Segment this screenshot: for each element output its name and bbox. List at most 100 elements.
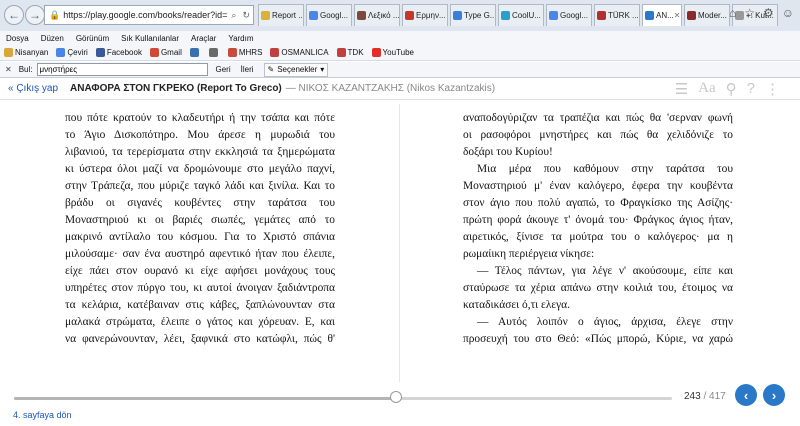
text-line: προσευχή του στο Θεό: «Πώς μπορώ, Κύριε,… [463, 333, 733, 345]
address-bar[interactable]: 🔒 https://play.google.com/books/reader?i… [44, 5, 254, 25]
bookmark-item[interactable]: YouTube [371, 48, 414, 57]
browser-tab[interactable]: Moder... [684, 4, 730, 26]
browser-tab[interactable]: Googl... [546, 4, 592, 26]
star-icon[interactable]: ☆ [744, 6, 755, 20]
menu-bar: Dosya Düzen Görünüm Sık Kullanılanlar Araçla… [0, 31, 800, 45]
bookmark-item[interactable] [208, 48, 220, 57]
next-page-button[interactable]: › [763, 384, 785, 406]
text-line: Μοναστηριού μ' έναν καλόγερο, έφερα την … [463, 180, 733, 192]
browser-tab[interactable]: Report ... [258, 4, 304, 26]
tab-label: CoolU... [512, 11, 541, 20]
browser-tab[interactable]: Ερμην... [402, 4, 448, 26]
find-next-button[interactable]: İleri [241, 65, 254, 74]
more-options-icon[interactable]: ⋮ [765, 80, 780, 98]
font-size-icon[interactable]: Aa [698, 80, 716, 98]
refresh-icon[interactable]: ↻ [242, 10, 250, 21]
tab-favicon-icon [405, 11, 414, 20]
find-prev-button[interactable]: Geri [216, 65, 231, 74]
text-line: το Άγιο Δισκοπότηρο. Μου άρεσε η μυρωδιά… [65, 129, 335, 141]
find-options-button[interactable]: ✎ Seçenekler ▾ [263, 62, 329, 77]
text-line: μιλούσαμε· σαν ένα αυστηρό αφεντικό ήταν… [65, 248, 335, 260]
bookmark-item[interactable]: Çeviri [56, 48, 88, 57]
find-input[interactable] [36, 63, 208, 76]
text-line: — Αυτός λοιπόν ο άγιος, άρχισα, έλεγε στ… [477, 316, 733, 328]
page-slider-thumb[interactable] [389, 391, 402, 403]
text-line: στην Τράπεζα, που μύριζε ταγκό λάδι και … [65, 180, 335, 192]
bookmark-item[interactable]: Facebook [95, 48, 142, 57]
tab-favicon-icon [453, 11, 462, 20]
search-icon[interactable]: ⚲ [726, 80, 737, 98]
bookmark-favicon-icon [227, 48, 237, 57]
find-bar: ✕ Bul: Geri İleri ✎ Seçenekler ▾ [0, 62, 800, 78]
gear-icon[interactable]: ⚙ [763, 6, 774, 20]
contents-icon[interactable]: ☰ [675, 80, 688, 98]
page-slider-fill [14, 397, 396, 400]
bookmark-label: YouTube [382, 48, 414, 57]
page-divider [399, 104, 400, 382]
menu-item[interactable]: Yardım [228, 34, 253, 43]
bookmark-item[interactable]: MHRS [227, 48, 263, 57]
tab-favicon-icon [549, 11, 558, 20]
chevron-left-icon: ‹ [743, 387, 749, 403]
goto-page-link[interactable]: 4. sayfaya dön [13, 410, 72, 420]
menu-item[interactable]: Araçlar [191, 34, 216, 43]
bookmark-item[interactable]: Gmail [149, 48, 182, 57]
bookmark-label: Çeviri [67, 48, 88, 57]
close-icon[interactable]: ✕ [5, 65, 12, 74]
page-slider-track[interactable] [14, 397, 672, 400]
tab-label: Type G... [464, 11, 496, 20]
exit-link[interactable]: « Çıkış yap [8, 83, 58, 94]
bookmark-item[interactable]: Nisanyan [4, 48, 48, 57]
tab-favicon-icon [501, 11, 510, 20]
url-text: https://play.google.com/books/reader?id=… [63, 10, 228, 20]
bookmark-label: OSMANLICA [281, 48, 329, 57]
browser-tab[interactable]: AN... ✕ [642, 4, 682, 26]
menu-item[interactable]: Düzen [41, 34, 64, 43]
menu-item[interactable]: Sık Kullanılanlar [121, 34, 179, 43]
menu-item[interactable]: Görünüm [76, 34, 109, 43]
tab-label: Ερμην... [416, 11, 446, 20]
smiley-icon[interactable]: ☺ [782, 6, 794, 20]
text-line: υπηρέτες στον πύργο του, κι αυτοί άνοιγα… [65, 282, 335, 294]
left-page: που πότε κρατούν το κλαδευτήρι ή την τσά… [65, 110, 335, 348]
window-controls: ⌂ ☆ ⚙ ☺ [729, 6, 794, 20]
bookmark-item[interactable]: OSMANLICA [270, 48, 329, 57]
reader-toolbar: ☰ Aa ⚲ ? ⋮ [675, 80, 780, 98]
browser-tab[interactable]: Googl... [306, 4, 352, 26]
home-icon[interactable]: ⌂ [729, 6, 736, 20]
text-line: λιβανιού, τα τερερίσματα στην εκκλησιά τ… [65, 146, 335, 158]
tab-label: TÜRK ... [608, 11, 639, 20]
text-line: στον άγιο που πολύ αγαπώ, το Φραγκίσκο τ… [463, 197, 733, 209]
current-page: 243 [684, 391, 701, 402]
book-title: ΑΝΑΦΟΡΑ ΣΤΟΝ ΓΚΡΕΚΟ (Report To Greco) [70, 83, 282, 94]
browser-tab[interactable]: Type G... [450, 4, 496, 26]
browser-tab[interactable]: Λεξικό ... [354, 4, 400, 26]
tab-label: Λεξικό ... [368, 11, 400, 20]
bookmark-item[interactable]: TDK [336, 48, 364, 57]
bookmark-item[interactable] [189, 48, 201, 57]
bookmark-label: MHRS [238, 48, 263, 57]
text-line: δοξάρι του Κυρίου! [463, 146, 553, 158]
back-arrow-icon[interactable]: ← [4, 5, 24, 25]
tab-favicon-icon [687, 11, 696, 20]
bookmarks-bar: Nisanyan Çeviri Facebook Gmail MHRS OSMANLICA… [0, 45, 800, 61]
forward-arrow-icon[interactable]: → [25, 5, 45, 25]
text-line: Μοναστηριού κι οι βαριές σιωπές, γεμάτες… [65, 214, 335, 226]
text-line: μακρινό αντίλαλο του κόσμου. Για το Χρισ… [65, 231, 335, 243]
prev-page-button[interactable]: ‹ [735, 384, 757, 406]
tab-favicon-icon [645, 11, 654, 20]
browser-tab[interactable]: TÜRK ... [594, 4, 640, 26]
search-icon[interactable]: ⌕ [231, 10, 236, 21]
text-line: ρωμαίικη περιέργεια νίκησε: [463, 248, 595, 260]
find-label: Bul: [18, 65, 33, 74]
browser-tab[interactable]: CoolU... [498, 4, 544, 26]
bookmark-favicon-icon [208, 48, 218, 57]
tab-close-icon[interactable]: ✕ [674, 11, 681, 20]
bookmark-favicon-icon [371, 48, 381, 57]
browser-tab-bar: ← → 🔒 https://play.google.com/books/read… [0, 0, 800, 32]
bookmark-favicon-icon [270, 48, 280, 57]
menu-item[interactable]: Dosya [6, 34, 29, 43]
help-icon[interactable]: ? [747, 80, 755, 98]
pencil-icon: ✎ [267, 65, 275, 74]
total-pages: / 417 [703, 391, 726, 402]
